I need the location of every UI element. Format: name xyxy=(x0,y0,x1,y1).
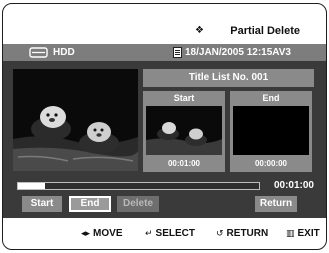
exit-icon: ▥ xyxy=(286,228,295,238)
start-otters-image xyxy=(146,106,222,155)
return-hint: ↺ RETURN xyxy=(216,228,268,239)
move-hint-label: MOVE xyxy=(93,228,123,239)
title-list-label: Title List No. 001 xyxy=(143,69,314,87)
return-hint-label: RETURN xyxy=(226,228,269,239)
start-pane[interactable]: Start 00:01:00 xyxy=(143,91,225,172)
hint-bar: ◂▸ MOVE ↵ SELECT ↺ RETURN ▥ EXIT xyxy=(3,218,326,249)
dvr-screen: ❖ Partial Delete HDD 18/JAN/2005 12:15AV… xyxy=(2,3,327,250)
return-button[interactable]: Return xyxy=(255,196,297,212)
end-pane-label: End xyxy=(262,93,280,103)
start-thumbnail xyxy=(146,106,222,155)
select-hint: ↵ SELECT xyxy=(145,228,195,239)
document-icon xyxy=(173,47,182,58)
delete-button[interactable]: Delete xyxy=(117,196,159,212)
hdd-icon xyxy=(29,47,48,58)
diamond-icon: ❖ xyxy=(195,25,204,36)
end-pane[interactable]: End 00:00:00 xyxy=(230,91,312,172)
menu-title: Partial Delete xyxy=(230,25,300,37)
progress-fill xyxy=(18,183,45,189)
video-preview xyxy=(13,69,138,171)
move-arrows-icon: ◂▸ xyxy=(81,228,91,238)
total-time: 00:01:00 xyxy=(273,180,314,191)
source-label: HDD xyxy=(53,47,75,58)
header-bar: ❖ Partial Delete xyxy=(3,4,326,44)
end-thumbnail xyxy=(233,106,309,155)
return-icon: ↺ xyxy=(216,228,224,238)
select-icon: ↵ xyxy=(145,228,153,238)
datetime-label: 18/JAN/2005 12:15AV3 xyxy=(185,47,291,58)
end-time: 00:00:00 xyxy=(254,159,288,168)
otters-image xyxy=(13,69,138,171)
move-hint: ◂▸ MOVE xyxy=(81,228,123,239)
select-hint-label: SELECT xyxy=(155,228,195,239)
exit-hint-label: EXIT xyxy=(297,228,320,239)
start-time: 00:01:00 xyxy=(167,159,201,168)
start-button[interactable]: Start xyxy=(22,196,62,212)
exit-hint: ▥ EXIT xyxy=(286,228,320,239)
status-bar: HDD 18/JAN/2005 12:15AV3 xyxy=(3,44,326,61)
progress-bar[interactable] xyxy=(17,182,260,190)
start-pane-label: Start xyxy=(173,93,195,103)
end-button[interactable]: End xyxy=(69,196,111,212)
